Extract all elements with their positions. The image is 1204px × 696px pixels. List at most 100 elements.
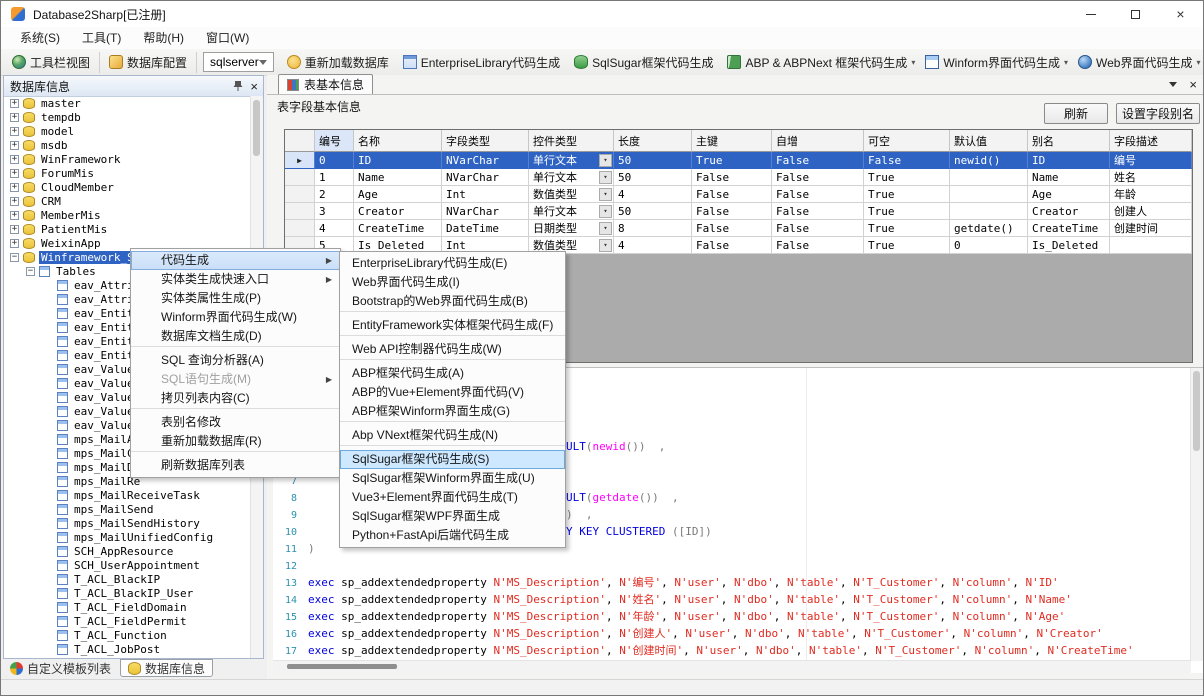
grid-row[interactable]: ▶ 0 ID NVarChar 单行文本▾ 50 True False Fals… — [285, 152, 1192, 169]
cell-control-type[interactable]: 单行文本▾ — [529, 152, 614, 169]
cell-auto-increment[interactable]: False — [772, 169, 864, 186]
cell-primary-key[interactable]: False — [692, 237, 772, 254]
grid-row[interactable]: 1 Name NVarChar 单行文本▾ 50 False False Tru… — [285, 169, 1192, 186]
tree-item-database[interactable]: +PatientMis — [4, 222, 251, 236]
dropdown-button[interactable]: ▾ — [599, 222, 612, 235]
submenu-item[interactable]: Web API控制器代码生成(W) — [340, 340, 565, 360]
tree-item-database[interactable]: +tempdb — [4, 110, 251, 124]
submenu-item[interactable]: ABP框架代码生成(A) — [340, 364, 565, 383]
context-menu-item[interactable]: 代码生成▶ — [131, 251, 340, 270]
cell-length[interactable]: 50 — [614, 169, 692, 186]
editor-vertical-scrollbar[interactable] — [1190, 368, 1203, 661]
cell-length[interactable]: 50 — [614, 203, 692, 220]
cell-description[interactable]: 创建时间 — [1110, 220, 1192, 237]
grid-row[interactable]: 3 Creator NVarChar 单行文本▾ 50 False False … — [285, 203, 1192, 220]
tab-list-dropdown-icon[interactable] — [1169, 82, 1177, 87]
menu-bar-item[interactable]: 工具(T) — [71, 27, 132, 49]
cell-name[interactable]: Creator — [354, 203, 442, 220]
grid-column-header[interactable]: 别名 — [1028, 130, 1110, 152]
cell-field-type[interactable]: DateTime — [442, 220, 529, 237]
cell-length[interactable]: 4 — [614, 237, 692, 254]
cell-num[interactable]: 0 — [315, 152, 354, 169]
toolbar-button[interactable]: EnterpriseLibrary代码生成 — [398, 52, 569, 73]
editor-vertical-scrollbar-thumb[interactable] — [1193, 371, 1200, 451]
grid-column-header[interactable]: 长度 — [614, 130, 692, 152]
grid-column-header[interactable]: 可空 — [864, 130, 950, 152]
dropdown-button[interactable]: ▾ — [599, 188, 612, 201]
editor-horizontal-scrollbar[interactable] — [273, 660, 1191, 673]
tree-item-table[interactable]: mps_MailUnifiedConfig — [4, 530, 251, 544]
cell-primary-key[interactable]: False — [692, 203, 772, 220]
row-header-cell[interactable] — [285, 220, 315, 237]
submenu-item[interactable]: Vue3+Element界面代码生成(T) — [340, 488, 565, 507]
toolbar-button[interactable]: 工具栏视图 — [7, 52, 100, 73]
tree-item-table[interactable]: mps_MailSend — [4, 502, 251, 516]
cell-description[interactable] — [1110, 237, 1192, 254]
dock-tab[interactable]: 自定义模板列表 — [3, 659, 118, 677]
tree-item-table[interactable]: T_ACL_FieldDomain — [4, 600, 251, 614]
cell-field-type[interactable]: NVarChar — [442, 152, 529, 169]
row-header-cell[interactable] — [285, 203, 315, 220]
cell-auto-increment[interactable]: False — [772, 220, 864, 237]
cell-nullable[interactable]: True — [864, 169, 950, 186]
submenu-item[interactable]: SqlSugar框架代码生成(S) — [340, 450, 565, 469]
submenu-item[interactable]: SqlSugar框架Winform界面生成(U) — [340, 469, 565, 488]
cell-num[interactable]: 3 — [315, 203, 354, 220]
cell-name[interactable]: ID — [354, 152, 442, 169]
submenu-item[interactable]: Bootstrap的Web界面代码生成(B) — [340, 292, 565, 312]
set-field-alias-button[interactable]: 设置字段别名 — [1116, 103, 1200, 124]
grid-column-header[interactable]: 字段类型 — [442, 130, 529, 152]
dropdown-button[interactable]: ▾ — [599, 154, 612, 167]
cell-nullable[interactable]: True — [864, 203, 950, 220]
cell-description[interactable]: 创建人 — [1110, 203, 1192, 220]
cell-length[interactable]: 50 — [614, 152, 692, 169]
grid-column-header[interactable]: 自增 — [772, 130, 864, 152]
submenu-item[interactable]: EnterpriseLibrary代码生成(E) — [340, 254, 565, 273]
tree-item-table[interactable]: T_ACL_LoginLog — [4, 656, 251, 658]
tree-item-table[interactable]: T_ACL_BlackIP — [4, 572, 251, 586]
tree-item-table[interactable]: T_ACL_FieldPermit — [4, 614, 251, 628]
cell-default-value[interactable]: newid() — [950, 152, 1028, 169]
tree-item-table[interactable]: mps_MailReceiveTask — [4, 488, 251, 502]
cell-control-type[interactable]: 日期类型▾ — [529, 220, 614, 237]
grid-column-header[interactable]: 字段描述 — [1110, 130, 1192, 152]
cell-default-value[interactable] — [950, 169, 1028, 186]
cell-alias[interactable]: CreateTime — [1028, 220, 1110, 237]
cell-control-type[interactable]: 单行文本▾ — [529, 169, 614, 186]
cell-control-type[interactable]: 数值类型▾ — [529, 186, 614, 203]
cell-auto-increment[interactable]: False — [772, 237, 864, 254]
tree-item-database[interactable]: +master — [4, 96, 251, 110]
menu-bar-item[interactable]: 窗口(W) — [195, 27, 260, 49]
context-menu-item[interactable]: SQL 查询分析器(A) — [131, 351, 340, 370]
tree-item-database[interactable]: +model — [4, 124, 251, 138]
cell-alias[interactable]: Name — [1028, 169, 1110, 186]
cell-field-type[interactable]: Int — [442, 186, 529, 203]
cell-default-value[interactable] — [950, 203, 1028, 220]
dropdown-button[interactable]: ▾ — [599, 239, 612, 252]
row-header-cell[interactable]: ▶ — [285, 152, 315, 169]
tree-item-table[interactable]: T_ACL_JobPost — [4, 642, 251, 656]
submenu-item[interactable]: Python+FastApi后端代码生成 — [340, 526, 565, 545]
cell-nullable[interactable]: True — [864, 220, 950, 237]
cell-num[interactable]: 1 — [315, 169, 354, 186]
cell-nullable[interactable]: False — [864, 152, 950, 169]
cell-name[interactable]: Name — [354, 169, 442, 186]
tree-scrollbar-thumb[interactable] — [253, 100, 260, 156]
context-menu-item[interactable]: Winform界面代码生成(W) — [131, 308, 340, 327]
context-menu-item[interactable]: 拷贝列表内容(C) — [131, 389, 340, 409]
tree-item-table[interactable]: SCH_UserAppointment — [4, 558, 251, 572]
expand-icon[interactable]: + — [10, 183, 19, 192]
toolbar-button[interactable]: SqlSugar框架代码生成 — [569, 52, 722, 73]
submenu-item[interactable]: ABP的Vue+Element界面代码(V) — [340, 383, 565, 402]
dropdown-button[interactable]: ▾ — [599, 205, 612, 218]
tree-item-table[interactable]: T_ACL_Function — [4, 628, 251, 642]
dropdown-button[interactable]: ▾ — [599, 171, 612, 184]
cell-field-type[interactable]: NVarChar — [442, 203, 529, 220]
expand-icon[interactable]: + — [10, 141, 19, 150]
context-menu-item[interactable]: 表别名修改 — [131, 413, 340, 432]
expand-icon[interactable]: + — [10, 127, 19, 136]
cell-primary-key[interactable]: True — [692, 152, 772, 169]
tree-item-database[interactable]: +WinFramework — [4, 152, 251, 166]
cell-num[interactable]: 4 — [315, 220, 354, 237]
expand-icon[interactable]: + — [10, 197, 19, 206]
